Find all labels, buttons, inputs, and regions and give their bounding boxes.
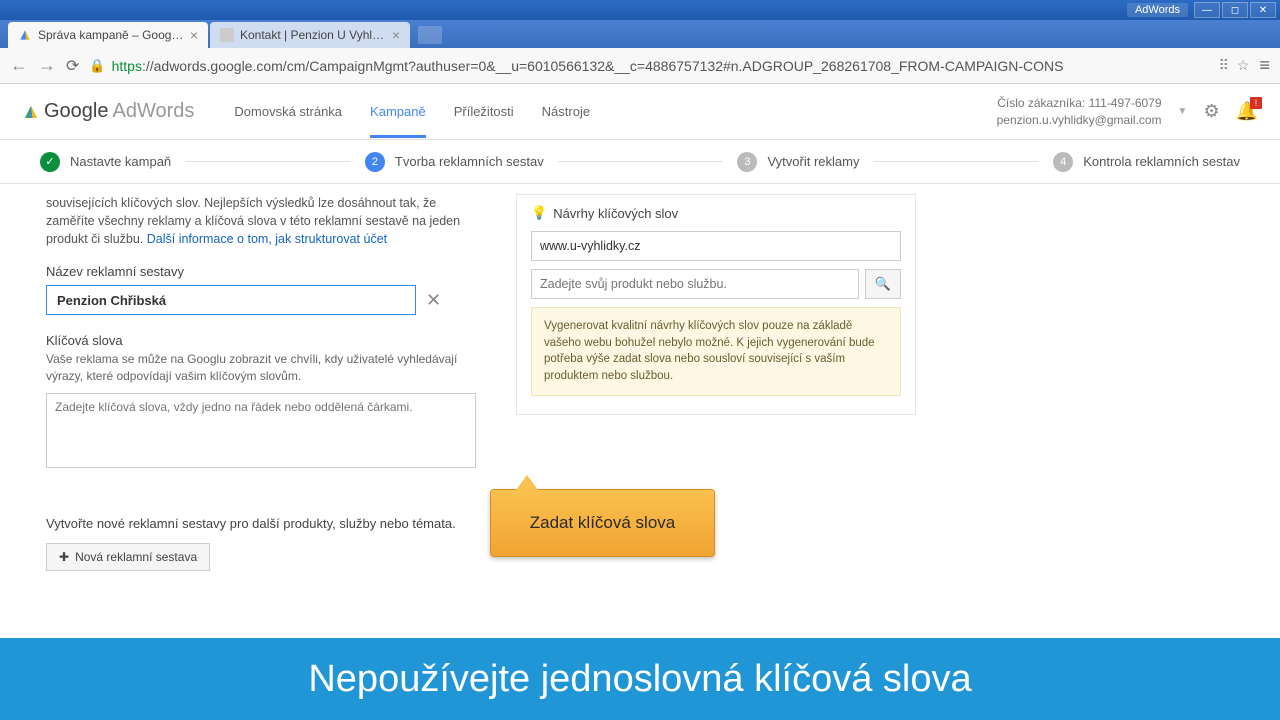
step-label: Vytvořit reklamy bbox=[767, 154, 859, 169]
step-check-icon: ✓ bbox=[40, 152, 60, 172]
account-email: penzion.u.vyhlidky@gmail.com bbox=[997, 112, 1162, 129]
intro-link[interactable]: Další informace o tom, jak strukturovat … bbox=[147, 232, 387, 246]
account-dropdown-icon[interactable]: ▼ bbox=[1178, 106, 1188, 117]
adgroup-name-row: ✕ bbox=[46, 285, 476, 315]
suggestions-title: Návrhy klíčových slov bbox=[553, 206, 678, 221]
instruction-banner: Nepoužívejte jednoslovná klíčová slova bbox=[0, 638, 1280, 720]
create-more-text: Vytvořte nové reklamní sestavy pro další… bbox=[46, 515, 476, 533]
settings-gear-icon[interactable]: ⚙ bbox=[1203, 101, 1219, 122]
account-info[interactable]: Číslo zákazníka: 111-497-6079 penzion.u.… bbox=[997, 95, 1162, 129]
adwords-favicon-icon bbox=[18, 28, 32, 42]
window-minimize-button[interactable]: — bbox=[1194, 2, 1220, 18]
search-icon: 🔍 bbox=[875, 276, 891, 291]
window-maximize-button[interactable]: ◻ bbox=[1222, 2, 1248, 18]
adwords-header: Google AdWords Domovská stránka Kampaně … bbox=[0, 84, 1280, 140]
window-close-button[interactable]: ✕ bbox=[1250, 2, 1276, 18]
bell-badge: ! bbox=[1250, 97, 1262, 109]
keywords-help: Vaše reklama se může na Googlu zobrazit … bbox=[46, 351, 476, 385]
addr-actions: ⠿ ☆ bbox=[1219, 57, 1250, 74]
plus-icon: ✚ bbox=[59, 550, 69, 564]
new-tab-button[interactable] bbox=[418, 26, 442, 44]
step-2[interactable]: 2 Tvorba reklamních sestav bbox=[365, 152, 544, 172]
adwords-logo[interactable]: Google AdWords bbox=[22, 100, 194, 123]
notifications-bell-icon[interactable]: 🔔! bbox=[1236, 101, 1258, 122]
star-icon[interactable]: ☆ bbox=[1237, 57, 1250, 74]
step-number-icon: 3 bbox=[737, 152, 757, 172]
window-app-label: AdWords bbox=[1127, 3, 1188, 17]
keyword-suggestions-card: 💡 Návrhy klíčových slov 🔍 Vygenerovat kv… bbox=[516, 194, 916, 415]
product-input[interactable] bbox=[531, 269, 859, 299]
callout-arrow-icon bbox=[516, 475, 538, 490]
search-button[interactable]: 🔍 bbox=[865, 269, 901, 299]
browser-tab-active[interactable]: Správa kampaně – Google A × bbox=[8, 22, 208, 48]
url-scheme: https bbox=[112, 58, 142, 74]
intro-text: souvisejících klíčových slov. Nejlepších… bbox=[46, 194, 476, 248]
suggestions-warning: Vygenerovat kvalitní návrhy klíčových sl… bbox=[531, 307, 901, 396]
callout-text: Zadat klíčová slova bbox=[530, 513, 676, 533]
tab-title: Správa kampaně – Google A bbox=[38, 28, 184, 42]
nav-home[interactable]: Domovská stránka bbox=[234, 86, 342, 137]
step-label: Kontrola reklamních sestav bbox=[1083, 154, 1240, 169]
address-bar[interactable]: 🔒 https://adwords.google.com/cm/Campaign… bbox=[89, 58, 1208, 74]
nav-tools[interactable]: Nástroje bbox=[542, 86, 590, 137]
keywords-textarea[interactable] bbox=[46, 393, 476, 468]
logo-text-google: Google bbox=[44, 100, 109, 123]
keywords-label: Klíčová slova bbox=[46, 333, 476, 348]
step-number-icon: 2 bbox=[365, 152, 385, 172]
new-adgroup-button[interactable]: ✚ Nová reklamní sestava bbox=[46, 543, 210, 571]
step-1[interactable]: ✓ Nastavte kampaň bbox=[40, 152, 171, 172]
campaign-steps: ✓ Nastavte kampaň 2 Tvorba reklamních se… bbox=[0, 140, 1280, 184]
chrome-menu-button[interactable]: ≡ bbox=[1259, 55, 1270, 76]
step-3[interactable]: 3 Vytvořit reklamy bbox=[737, 152, 859, 172]
step-4[interactable]: 4 Kontrola reklamních sestav bbox=[1053, 152, 1240, 172]
step-label: Tvorba reklamních sestav bbox=[395, 154, 544, 169]
adgroup-name-label: Název reklamní sestavy bbox=[46, 264, 476, 279]
adgroup-name-input[interactable] bbox=[46, 285, 416, 315]
nav-campaigns[interactable]: Kampaně bbox=[370, 86, 426, 137]
translate-icon[interactable]: ⠿ bbox=[1219, 57, 1229, 74]
account-number: Číslo zákazníka: 111-497-6079 bbox=[997, 95, 1162, 112]
header-right: Číslo zákazníka: 111-497-6079 penzion.u.… bbox=[997, 95, 1258, 129]
tab-close-icon[interactable]: × bbox=[392, 27, 400, 43]
step-divider bbox=[185, 161, 351, 162]
step-divider bbox=[873, 161, 1039, 162]
adwords-logo-icon bbox=[22, 103, 40, 121]
back-button[interactable]: ← bbox=[10, 55, 28, 76]
reload-button[interactable]: ⟳ bbox=[66, 56, 79, 76]
product-input-row: 🔍 bbox=[531, 269, 901, 299]
window-titlebar: AdWords — ◻ ✕ bbox=[0, 0, 1280, 20]
logo-text-adwords: AdWords bbox=[113, 100, 195, 123]
tab-close-icon[interactable]: × bbox=[190, 27, 198, 43]
left-column: souvisejících klíčových slov. Nejlepších… bbox=[46, 194, 476, 571]
adwords-nav: Domovská stránka Kampaně Příležitosti Ná… bbox=[234, 86, 590, 137]
website-url-input[interactable] bbox=[531, 231, 901, 261]
url-input-row bbox=[531, 231, 901, 261]
browser-tab[interactable]: Kontakt | Penzion U Vyhlídk × bbox=[210, 22, 410, 48]
clear-input-icon[interactable]: ✕ bbox=[426, 290, 441, 311]
tab-title: Kontakt | Penzion U Vyhlídk bbox=[240, 28, 386, 42]
new-adgroup-label: Nová reklamní sestava bbox=[75, 550, 197, 564]
browser-tabstrip: Správa kampaně – Google A × Kontakt | Pe… bbox=[0, 20, 1280, 48]
nav-opportunities[interactable]: Příležitosti bbox=[454, 86, 514, 137]
step-divider bbox=[558, 161, 724, 162]
url-path: ://adwords.google.com/cm/CampaignMgmt?au… bbox=[142, 58, 1064, 74]
tutorial-callout: Zadat klíčová slova bbox=[490, 489, 715, 557]
browser-toolbar: ← → ⟳ 🔒 https://adwords.google.com/cm/Ca… bbox=[0, 48, 1280, 84]
forward-button[interactable]: → bbox=[38, 55, 56, 76]
lock-icon: 🔒 bbox=[89, 58, 105, 74]
step-label: Nastavte kampaň bbox=[70, 154, 171, 169]
step-number-icon: 4 bbox=[1053, 152, 1073, 172]
page-favicon-icon bbox=[220, 28, 234, 42]
banner-text: Nepoužívejte jednoslovná klíčová slova bbox=[308, 658, 971, 701]
lightbulb-icon: 💡 bbox=[531, 205, 547, 221]
suggestions-title-row: 💡 Návrhy klíčových slov bbox=[531, 205, 901, 221]
